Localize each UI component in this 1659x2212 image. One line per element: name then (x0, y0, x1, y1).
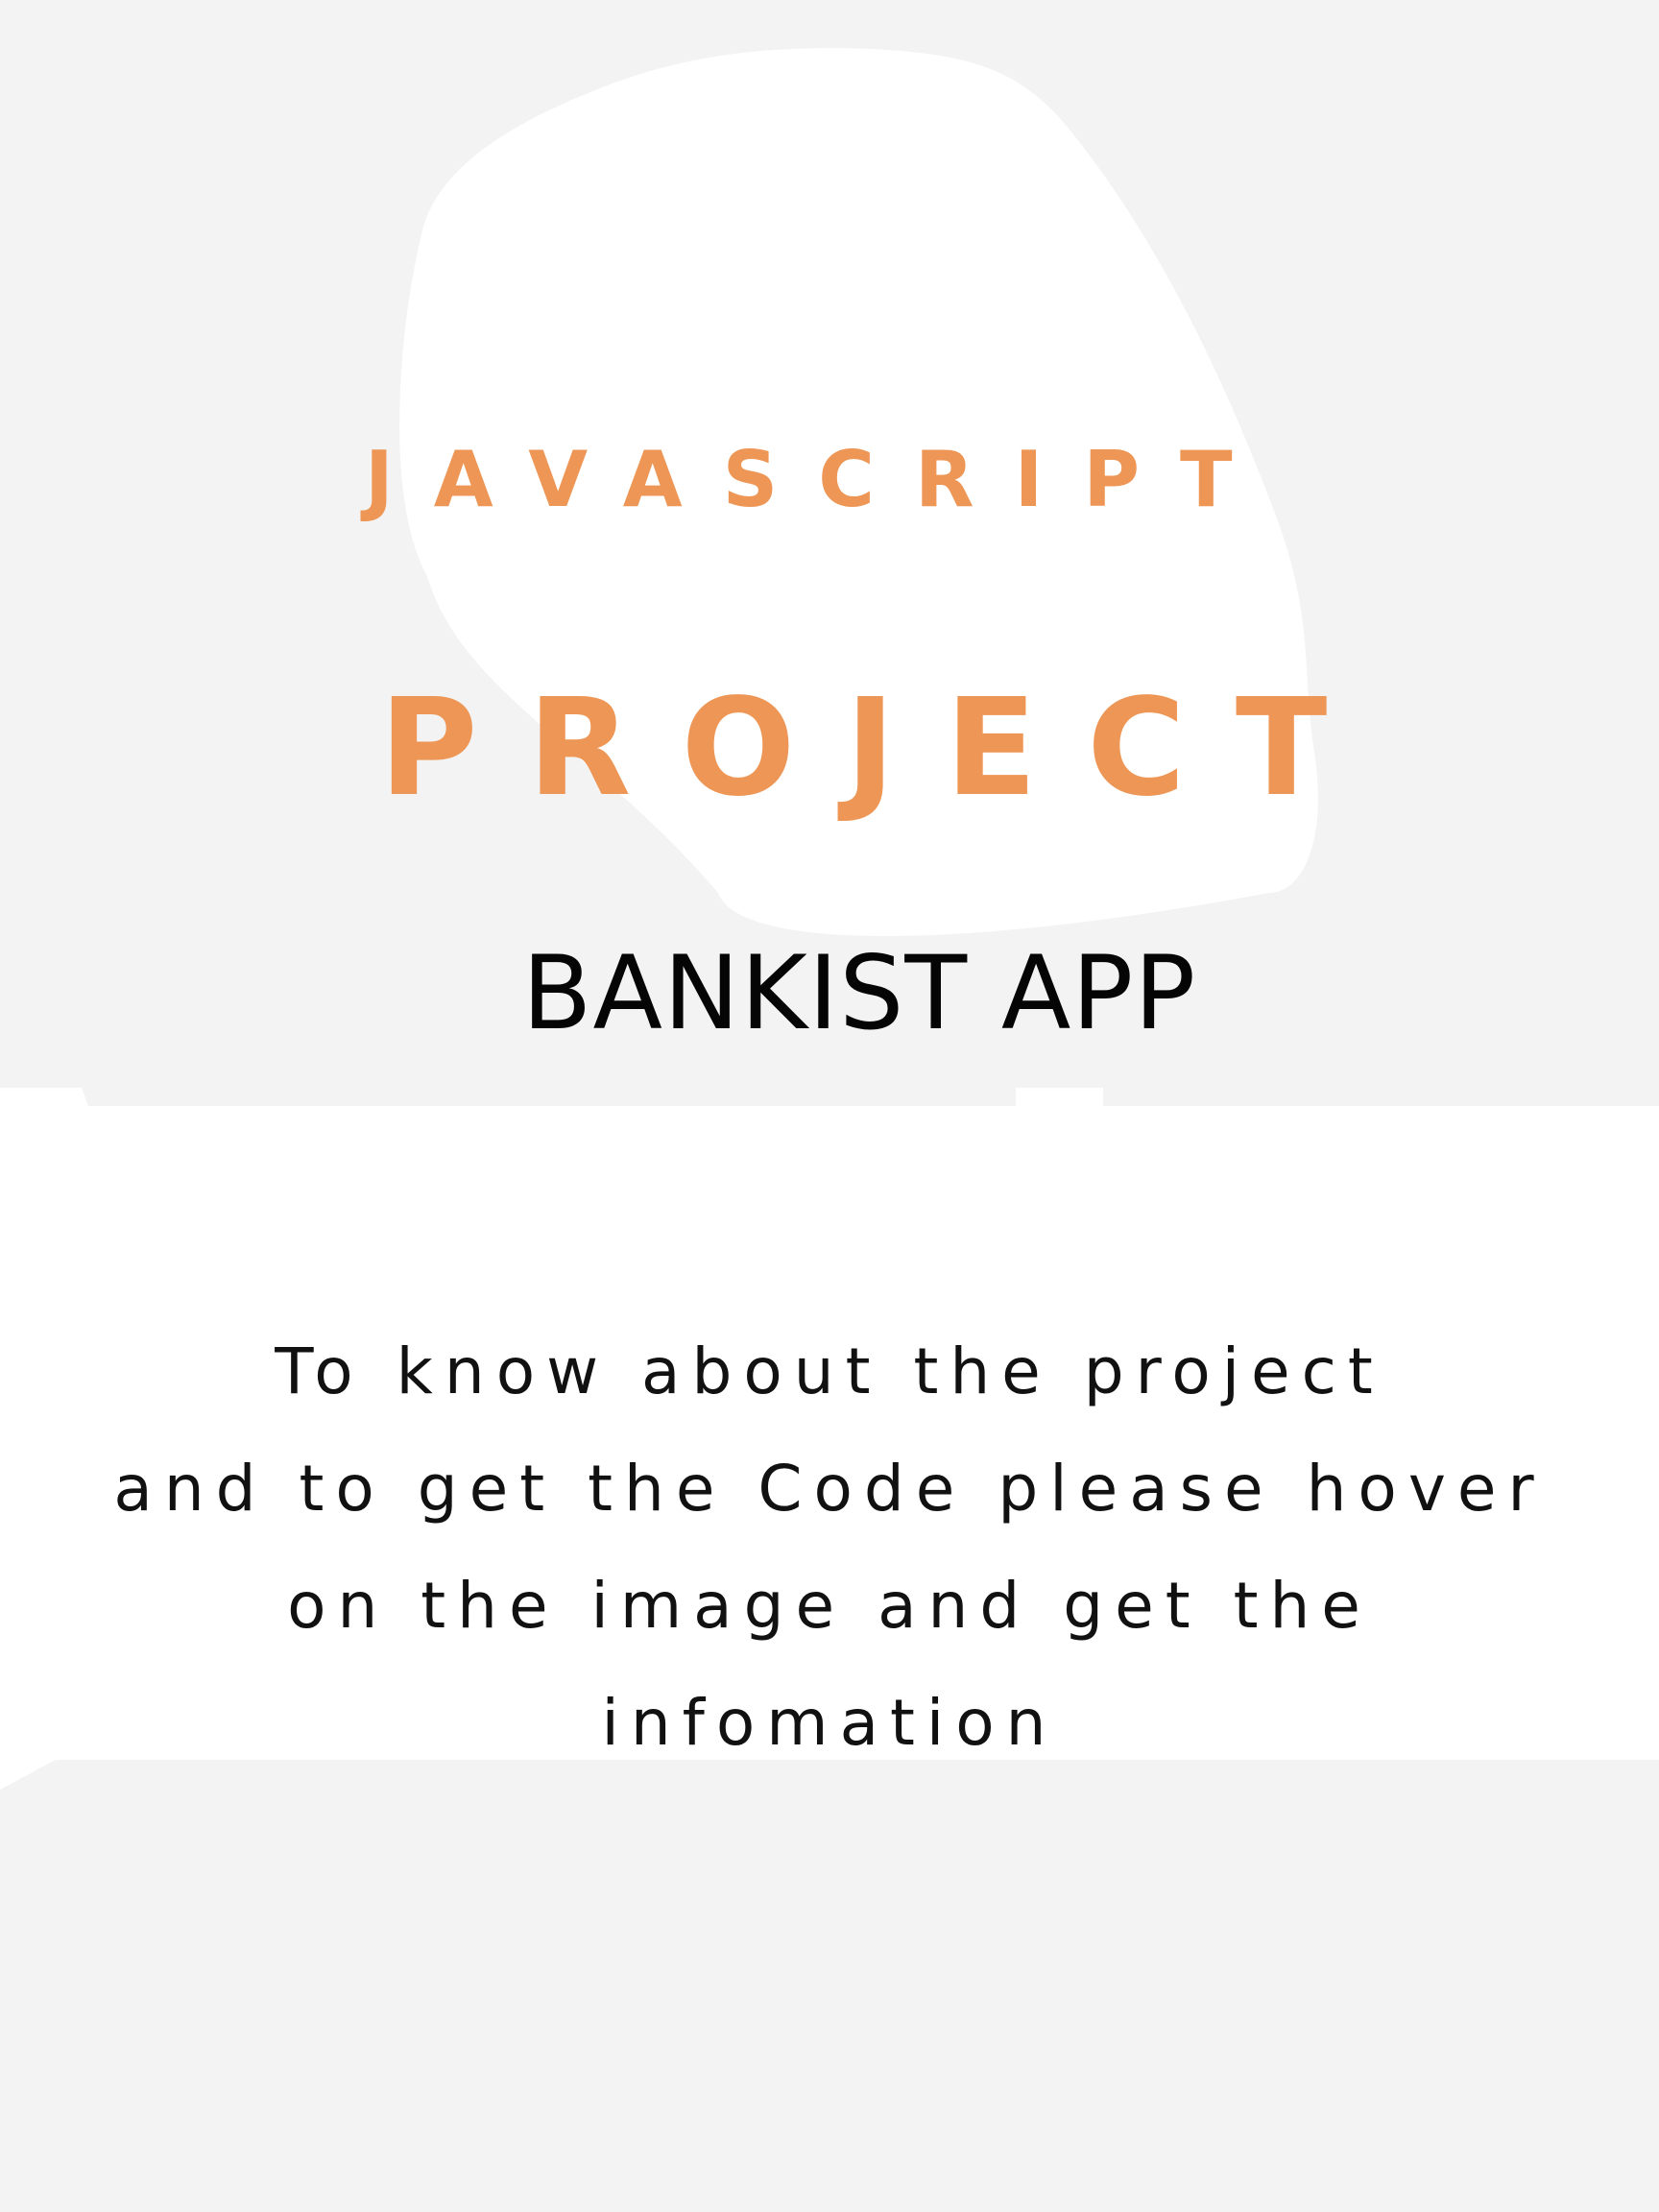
title-banner: BANKIST APP (0, 900, 1646, 1088)
info-paragraph: To know about the project and to get the… (0, 1313, 1659, 1782)
info-line: on the image and get the (287, 1569, 1372, 1643)
decorative-background (0, 48, 1659, 1790)
info-line: To know about the project (275, 1334, 1384, 1408)
info-line: and to get the Code please hover (113, 1452, 1546, 1526)
app-title: BANKIST APP (521, 934, 1197, 1052)
info-line: infomation (601, 1686, 1058, 1760)
project-heading: PROJECT (379, 670, 1378, 827)
kicker-label: JAVASCRIPT (365, 435, 1273, 524)
